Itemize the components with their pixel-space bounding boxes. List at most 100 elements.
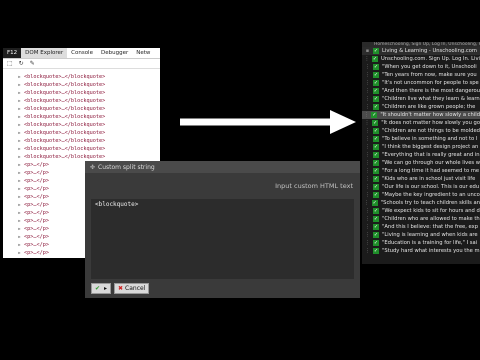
drag-handle-icon[interactable]: ⋮ (362, 127, 373, 135)
dom-tree-row[interactable]: ▶ <blockquote>…</blockquote> (3, 73, 160, 81)
drag-handle-icon[interactable]: ⋮ (362, 79, 373, 87)
drag-handle-icon[interactable]: ⋮ (362, 175, 373, 183)
include-checkbox[interactable]: ✓ (373, 240, 379, 246)
include-checkbox[interactable]: ✓ (373, 216, 379, 222)
include-checkbox[interactable]: ✓ (373, 136, 379, 142)
include-checkbox[interactable]: ✓ (373, 192, 379, 198)
list-item[interactable]: ⋮ ✓ "To believe in something and not to l (362, 135, 480, 143)
include-checkbox[interactable]: ✓ (373, 80, 379, 86)
expand-triangle-icon[interactable]: ▶ (15, 241, 24, 249)
tab-network[interactable]: Netw (132, 48, 154, 58)
include-checkbox[interactable]: ✓ (373, 48, 379, 54)
include-checkbox[interactable]: ✓ (373, 104, 379, 110)
list-item[interactable]: ⋮ ✓ "Ten years from now, make sure you (362, 71, 480, 79)
drag-handle-icon[interactable]: ⋮ (362, 151, 373, 159)
list-item[interactable]: ⋮ ✓ Unschooling.com. Sign Up. Log In. Livi (362, 55, 480, 63)
drag-handle-icon[interactable]: ⋮ (362, 231, 373, 239)
drag-handle-icon[interactable]: ⋮ (362, 191, 373, 199)
list-item[interactable]: ⋮ ✓ "Children who are allowed to make th (362, 215, 480, 223)
tab-dom-explorer[interactable]: DOM Explorer (21, 48, 68, 58)
tab-debugger[interactable]: Debugger (97, 48, 132, 58)
include-checkbox[interactable]: ✓ (371, 112, 378, 118)
expand-triangle-icon[interactable]: ▶ (15, 233, 24, 241)
drag-handle-icon[interactable]: ⋮ (362, 167, 373, 175)
include-checkbox[interactable]: ✓ (373, 208, 379, 214)
select-element-icon[interactable]: ⬚ (7, 59, 13, 68)
list-group-header[interactable]: ▪ ✓ Living & Learning - Unschooling.com (362, 47, 480, 55)
expand-triangle-icon[interactable]: ▶ (15, 193, 24, 201)
include-checkbox[interactable]: ✓ (373, 152, 379, 158)
drag-handle-icon[interactable]: ⋮ (362, 199, 372, 207)
list-item[interactable]: ⋮ ✓ "Our life is our school. This is our e… (362, 183, 480, 191)
expand-triangle-icon[interactable]: ▶ (15, 217, 24, 225)
include-checkbox[interactable]: ✓ (372, 56, 378, 62)
drag-handle-icon[interactable]: ⋮ (362, 215, 373, 223)
drag-handle-icon[interactable]: ⋮ (362, 55, 372, 63)
list-item[interactable]: ⋮ ✓ "Everything that is really great and i… (362, 151, 480, 159)
cancel-button[interactable]: ✖ Cancel (114, 283, 150, 294)
list-item[interactable]: ⋮ ✓ "For a long time it had seemed to me (362, 167, 480, 175)
expand-triangle-icon[interactable]: ▶ (15, 129, 24, 137)
dom-tree-row[interactable]: ▶ <blockquote>…</blockquote> (3, 121, 160, 129)
drag-handle-icon[interactable]: ▪ (362, 47, 373, 55)
ok-button[interactable]: ✔ ▸ (91, 283, 111, 294)
list-item[interactable]: ⋮ ✓ "And this I believe: that the free, ex… (362, 223, 480, 231)
drag-handle-icon[interactable]: ⋮ (362, 71, 373, 79)
include-checkbox[interactable]: ✓ (373, 176, 379, 182)
drag-handle-icon[interactable]: ⋮ (362, 103, 373, 111)
drag-handle-icon[interactable]: ⋮ (362, 207, 373, 215)
dom-tree-row[interactable]: ▶ <blockquote>…</blockquote> (3, 113, 160, 121)
custom-html-input[interactable]: <blockquote> (91, 199, 354, 279)
expand-triangle-icon[interactable]: ▶ (15, 209, 24, 217)
list-item[interactable]: ⋮ ✓ "Education is a training for life," I … (362, 239, 480, 247)
list-item[interactable]: ⋮ ✓ "We can go through our whole lives w (362, 159, 480, 167)
dom-tree-row[interactable]: ▶ <blockquote>…</blockquote> (3, 89, 160, 97)
list-item[interactable]: ⋮ ✓ "It's not uncommon for people to spe (362, 79, 480, 87)
include-checkbox[interactable]: ✓ (373, 144, 379, 150)
dom-tree-row[interactable]: ▶ <blockquote>…</blockquote> (3, 105, 160, 113)
expand-triangle-icon[interactable]: ▶ (15, 81, 24, 89)
include-checkbox[interactable]: ✓ (372, 88, 379, 94)
include-checkbox[interactable]: ✓ (373, 72, 379, 78)
dom-tree-row[interactable]: ▶ <blockquote>…</blockquote> (3, 129, 160, 137)
expand-triangle-icon[interactable]: ▶ (15, 105, 24, 113)
expand-triangle-icon[interactable]: ▶ (15, 113, 24, 121)
drag-handle-icon[interactable]: ⋮ (362, 119, 372, 127)
list-item[interactable]: ⋮ ✓ "Kids who are in school just visit lif… (362, 175, 480, 183)
list-item[interactable]: ⋮ ✓ "Children are like grown people; the (362, 103, 480, 111)
tab-console[interactable]: Console (67, 48, 97, 58)
list-item[interactable]: ⋮ ✓ "Schools try to teach children skills … (362, 199, 480, 207)
include-checkbox[interactable]: ✓ (373, 248, 379, 254)
include-checkbox[interactable]: ✓ (373, 224, 379, 230)
include-checkbox[interactable]: ✓ (372, 120, 379, 126)
dom-tree-row[interactable]: ▶ <blockquote>…</blockquote> (3, 81, 160, 89)
list-item[interactable]: ⋮ ✓ "Maybe the key ingredient to an unco (362, 191, 480, 199)
expand-triangle-icon[interactable]: ▶ (15, 257, 24, 258)
dom-tree-row[interactable]: ▶ <blockquote>…</blockquote> (3, 153, 160, 161)
refresh-icon[interactable]: ↻ (19, 59, 24, 68)
dom-tree-row[interactable]: ▶ <blockquote>…</blockquote> (3, 145, 160, 153)
include-checkbox[interactable]: ✓ (373, 128, 379, 134)
drag-handle-icon[interactable]: ⋮ (362, 95, 373, 103)
drag-handle-icon[interactable]: ⋮ (362, 223, 373, 231)
expand-triangle-icon[interactable]: ▶ (15, 169, 24, 177)
drag-handle-icon[interactable]: ⋮ (362, 159, 373, 167)
edit-icon[interactable]: ✎ (30, 59, 35, 68)
list-item[interactable]: ⋮ ✓ "When you get down to it, Unschooli (362, 63, 480, 71)
expand-triangle-icon[interactable]: ▶ (15, 97, 24, 105)
expand-triangle-icon[interactable]: ▶ (15, 89, 24, 97)
drag-handle-icon[interactable]: ⋮ (362, 63, 373, 71)
expand-triangle-icon[interactable]: ▶ (15, 161, 24, 169)
drag-handle-icon[interactable]: ⋮ (362, 87, 373, 95)
include-checkbox[interactable]: ✓ (373, 64, 379, 70)
include-checkbox[interactable]: ✓ (373, 232, 379, 238)
expand-triangle-icon[interactable]: ▶ (15, 249, 24, 257)
list-item[interactable]: ⋮ ✓ "Study hard what interests you the m (362, 247, 480, 255)
drag-handle-icon[interactable]: ⋮ (362, 135, 373, 143)
dom-tree-row[interactable]: ▶ <blockquote>…</blockquote> (3, 137, 160, 145)
list-item[interactable]: ⋮ ✓ "I think the biggest design project an (362, 143, 480, 151)
expand-triangle-icon[interactable]: ▶ (15, 185, 24, 193)
list-item[interactable]: ⋮ ✓ "Children live what they learn & learn (362, 95, 480, 103)
expand-triangle-icon[interactable]: ▶ (15, 201, 24, 209)
include-checkbox[interactable]: ✓ (372, 160, 379, 166)
